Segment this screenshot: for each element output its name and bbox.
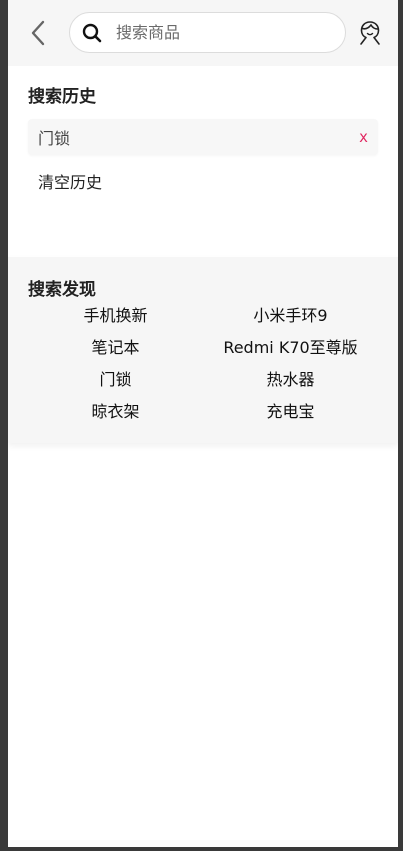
search-box[interactable] — [69, 12, 346, 53]
discover-grid: 手机换新 小米手环9 笔记本 Redmi K70至尊版 门锁 热水器 晾衣架 充… — [28, 304, 378, 424]
history-item[interactable]: 门锁 x — [28, 119, 378, 155]
search-header — [8, 0, 398, 66]
search-discover-section: 搜索发现 手机换新 小米手环9 笔记本 Redmi K70至尊版 门锁 热水器 … — [8, 257, 398, 443]
discover-item[interactable]: 晾衣架 — [28, 400, 203, 424]
discover-item[interactable]: 门锁 — [28, 368, 203, 392]
search-input[interactable] — [114, 22, 318, 43]
search-icon — [82, 23, 102, 43]
chevron-left-icon — [31, 20, 45, 46]
discover-item[interactable]: Redmi K70至尊版 — [203, 336, 378, 360]
history-delete-button[interactable]: x — [359, 128, 368, 146]
user-button[interactable] — [358, 20, 382, 46]
search-discover-title: 搜索发现 — [28, 280, 96, 300]
app-screen: 搜索历史 门锁 x 清空历史 搜索发现 手机换新 小米手环9 笔记本 Redmi… — [8, 0, 398, 847]
discover-item[interactable]: 充电宝 — [203, 400, 378, 424]
search-history-title: 搜索历史 — [28, 87, 96, 107]
history-item-label: 门锁 — [38, 129, 71, 148]
discover-item[interactable]: 笔记本 — [28, 336, 203, 360]
user-icon — [360, 21, 380, 45]
discover-item[interactable]: 热水器 — [203, 368, 378, 392]
back-button[interactable] — [26, 19, 50, 47]
search-history-section: 搜索历史 门锁 x 清空历史 — [8, 66, 398, 257]
discover-item[interactable]: 手机换新 — [28, 304, 203, 328]
discover-item[interactable]: 小米手环9 — [203, 304, 378, 328]
clear-history-button[interactable]: 清空历史 — [38, 169, 102, 193]
